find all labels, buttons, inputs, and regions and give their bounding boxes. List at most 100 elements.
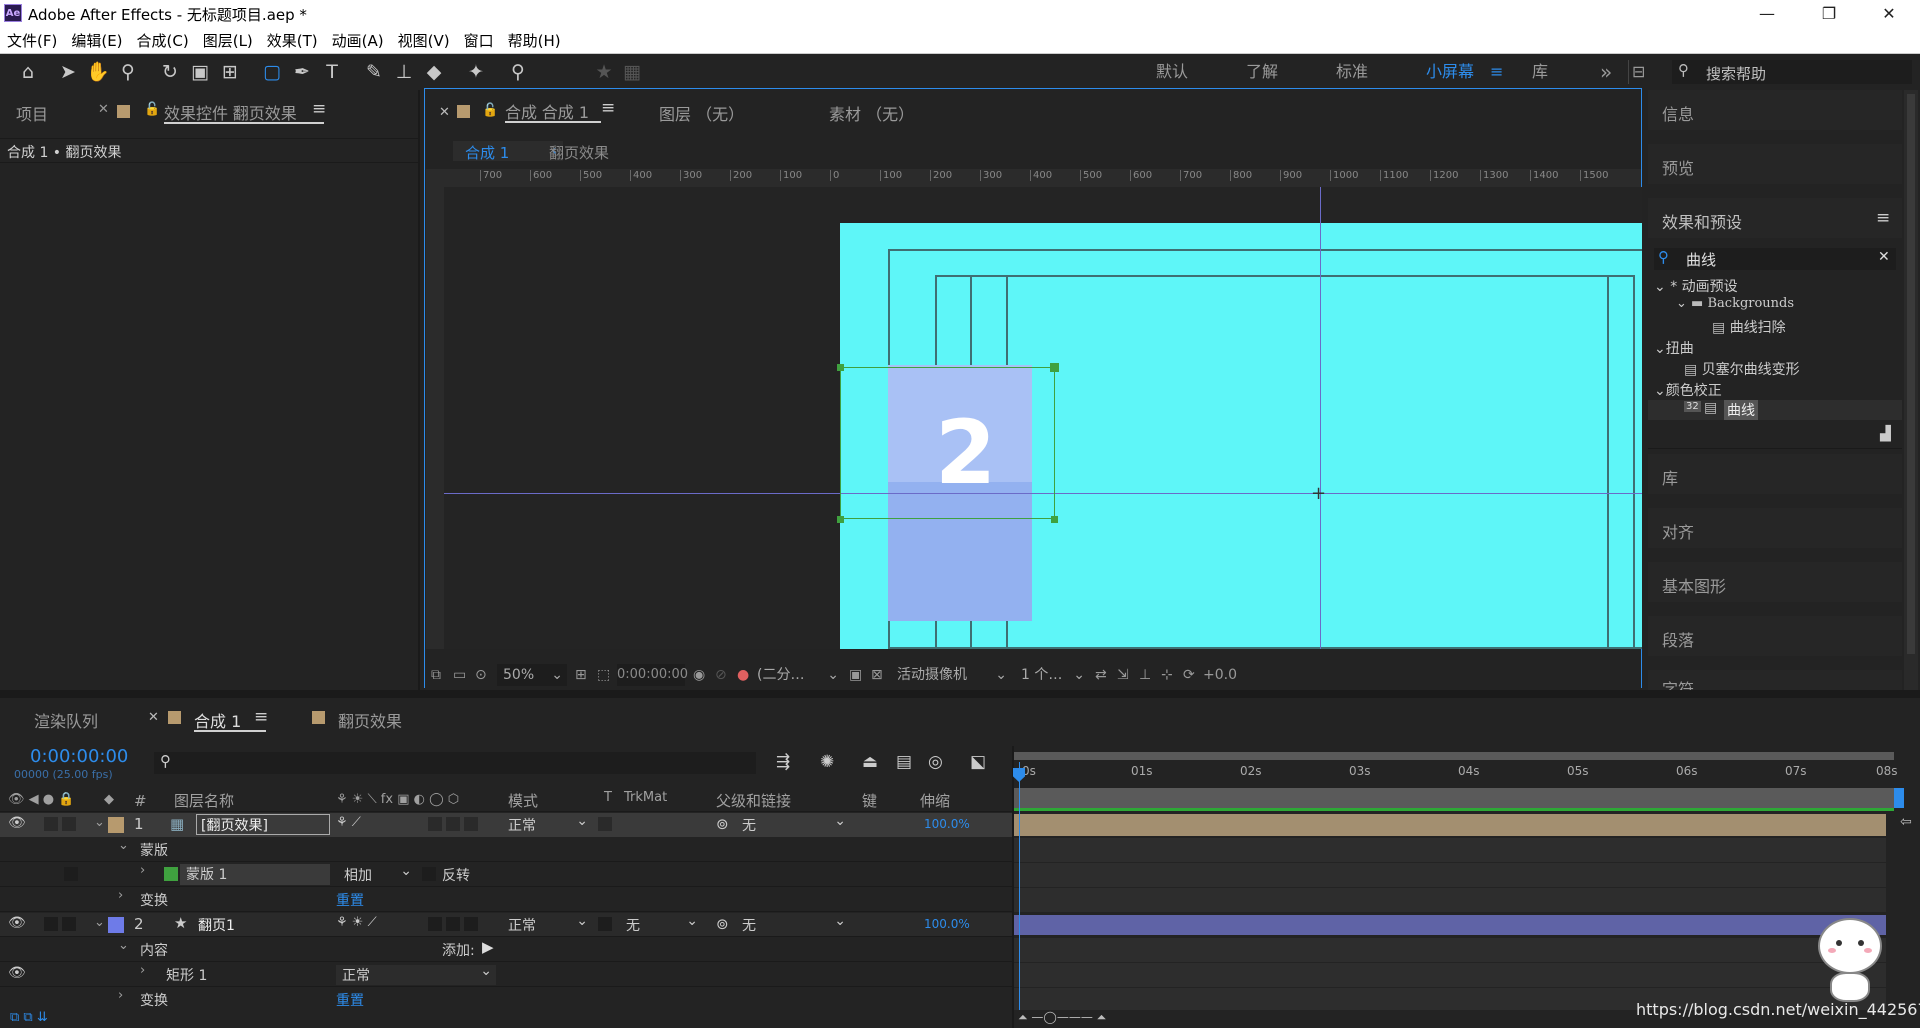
time-ruler[interactable]: 0s 01s 02s 03s 04s 05s 06s 07s 08s — [1014, 762, 1906, 786]
workspace-library[interactable]: 库 — [1532, 54, 1548, 90]
menu-view[interactable]: 视图(V) — [391, 28, 457, 54]
tab-layer[interactable]: 图层 （无） — [659, 101, 744, 125]
comp-nav-crumb[interactable]: 合成 1 ‹ — [453, 141, 563, 162]
menu-animation[interactable]: 动画(A) — [325, 28, 391, 54]
crumb-layer[interactable]: 翻页效果 — [549, 142, 609, 163]
eye-icon[interactable]: 👁 — [8, 965, 26, 981]
panel-scrollbar[interactable] — [1904, 90, 1918, 690]
snapping-icon[interactable]: ▦ — [618, 58, 646, 86]
close-window-button[interactable]: ✕ — [1866, 0, 1912, 28]
rect-mode-select[interactable]: 正常 ⌄ — [336, 963, 496, 985]
mask-vertex[interactable] — [837, 516, 844, 523]
tab-composition[interactable]: 合成 合成 1 — [505, 99, 601, 123]
help-search[interactable]: ⚲ 搜索帮助 — [1672, 60, 1912, 84]
close-tab-icon[interactable]: ✕ — [98, 102, 109, 117]
composition-canvas[interactable]: 2 + — [444, 187, 1642, 649]
maximize-button[interactable]: ❐ — [1806, 0, 1852, 28]
tree-node-animation-presets[interactable]: ⌄ * 动画预设 — [1654, 276, 1738, 296]
panel-align[interactable]: 对齐 — [1648, 508, 1902, 548]
invert-checkbox[interactable] — [422, 867, 436, 881]
scrollbar-thumb[interactable] — [1907, 94, 1915, 654]
mask-path[interactable] — [840, 367, 1055, 519]
panel-preview[interactable]: 预览 — [1648, 144, 1902, 184]
brush-tool-icon[interactable]: ✎ — [360, 58, 388, 86]
fit-icon[interactable]: ⊞ — [575, 661, 587, 689]
add-menu-icon[interactable]: ▶ — [482, 938, 494, 956]
shy-layers-icon[interactable]: ⏏ — [862, 752, 878, 772]
lock-icon[interactable]: 🔓 — [482, 103, 498, 118]
menu-effect[interactable]: 效果(T) — [260, 28, 325, 54]
zoom-select[interactable]: 50% ⌄ — [497, 664, 567, 686]
chevron-down-icon[interactable]: ⌄ — [118, 938, 129, 953]
eye-icon[interactable]: 👁 — [8, 915, 26, 931]
mask-vertex[interactable] — [1050, 363, 1059, 372]
chevron-down-icon[interactable]: ⌄ — [94, 915, 105, 930]
workspace-more-icon[interactable]: » — [1600, 54, 1612, 90]
time-navigator[interactable] — [1014, 752, 1894, 760]
switch-box[interactable] — [464, 817, 478, 831]
tab-footage[interactable]: 素材 （无） — [829, 101, 914, 125]
monitor-icon[interactable]: ▭ — [453, 661, 466, 689]
shy-switch-icon[interactable]: ⚘ ☀ ⟋ — [336, 915, 377, 930]
shy-switch-icon[interactable]: ⚘ ⟋ — [336, 815, 361, 830]
tab-timeline-other[interactable]: 翻页效果 — [338, 708, 402, 732]
toggle-pixel-aspect-icon[interactable]: ⇄ — [1095, 661, 1107, 689]
graph-editor-icon[interactable]: ⬕ — [970, 752, 986, 772]
minimize-button[interactable]: — — [1744, 0, 1790, 28]
snapshot-icon[interactable]: ◉ — [693, 661, 705, 689]
tree-node-color-correction[interactable]: ⌄颜色校正 — [1654, 380, 1722, 400]
pick-whip-icon[interactable]: ⊚ — [716, 915, 729, 933]
reset-exposure-icon[interactable]: ⟳ — [1183, 661, 1195, 689]
contents-row[interactable]: ⌄ 内容 添加: ▶ — [0, 938, 1012, 962]
panel-menu-icon[interactable]: ≡ — [312, 99, 326, 119]
views-select[interactable]: 1 个… ⌄ — [1017, 664, 1089, 686]
rect-row[interactable]: 👁 › 矩形 1 正常 ⌄ — [0, 963, 1012, 987]
pan-behind-tool-icon[interactable]: ⊞ — [216, 58, 244, 86]
workspace-standard[interactable]: 标准 — [1336, 54, 1368, 90]
mask-mode-select[interactable]: 相加 ⌄ — [344, 863, 414, 885]
chevron-right-icon[interactable]: › — [118, 888, 123, 903]
panel-paragraph[interactable]: 段落 — [1648, 616, 1902, 656]
parent-select[interactable]: 无 ⌄ — [742, 913, 848, 935]
work-area-bar[interactable] — [1014, 788, 1894, 808]
home-icon[interactable]: ⌂ — [14, 58, 42, 86]
menu-composition[interactable]: 合成(C) — [130, 28, 196, 54]
transparency-grid-icon[interactable]: ⊠ — [871, 661, 883, 689]
transform-row[interactable]: › 变换 重置 — [0, 888, 1012, 912]
puppet-pin-tool-icon[interactable]: ⚲ — [504, 58, 532, 86]
reset-transform-link[interactable]: 重置 — [336, 990, 364, 1010]
layer-search-input[interactable]: ⚲ — [154, 752, 756, 774]
menu-help[interactable]: 帮助(H) — [501, 28, 568, 54]
close-tab-icon[interactable]: ✕ — [439, 105, 450, 120]
layer-mode-select[interactable]: 正常 ⌄ — [508, 913, 590, 935]
effects-search-input[interactable]: ⚲ 曲线 ✕ — [1654, 248, 1896, 270]
layer-color-label[interactable] — [108, 917, 124, 933]
workspace-learn[interactable]: 了解 — [1246, 54, 1278, 90]
trkmat-select[interactable]: 无 ⌄ — [626, 913, 700, 935]
fast-preview-icon[interactable]: ⇲ — [1117, 661, 1129, 689]
chevron-down-icon[interactable]: ⌄ — [94, 815, 105, 830]
workspace-default[interactable]: 默认 — [1156, 54, 1188, 90]
layer-name-field[interactable]: [翻页效果] — [196, 814, 330, 835]
comp-mini-flowchart-icon[interactable]: ⇶ — [776, 752, 790, 772]
rotate-tool-icon[interactable]: ↻ — [156, 58, 184, 86]
panel-essential-graphics[interactable]: 基本图形 — [1648, 562, 1902, 602]
panel-splitter[interactable] — [0, 690, 1920, 698]
mask-row[interactable]: › 蒙版 1 相加 ⌄ 反转 — [0, 863, 1012, 887]
mask-visibility-icon[interactable]: ⬚ — [597, 661, 610, 689]
current-time-indicator[interactable] — [1019, 762, 1020, 1010]
hand-tool-icon[interactable]: ✋ — [84, 58, 112, 86]
flowchart-icon[interactable]: ⊹ — [1161, 661, 1173, 689]
rectangle-tool-icon[interactable]: ▢ — [258, 58, 286, 86]
close-tab-icon[interactable]: ✕ — [148, 710, 159, 725]
preserve-transparency-toggle[interactable] — [598, 817, 612, 831]
eraser-tool-icon[interactable]: ◆ — [420, 58, 448, 86]
masks-group-row[interactable]: ⌄ 蒙版 — [0, 838, 1012, 862]
show-snapshot-icon[interactable]: ⊘ — [715, 661, 727, 689]
current-time[interactable]: 0:00:00:00 — [30, 746, 128, 767]
mask-vertex[interactable] — [837, 364, 844, 371]
panel-library[interactable]: 库 — [1648, 454, 1902, 494]
solo-toggle[interactable] — [44, 917, 58, 931]
switch-box[interactable] — [428, 817, 442, 831]
pick-whip-icon[interactable]: ⊚ — [716, 815, 729, 833]
